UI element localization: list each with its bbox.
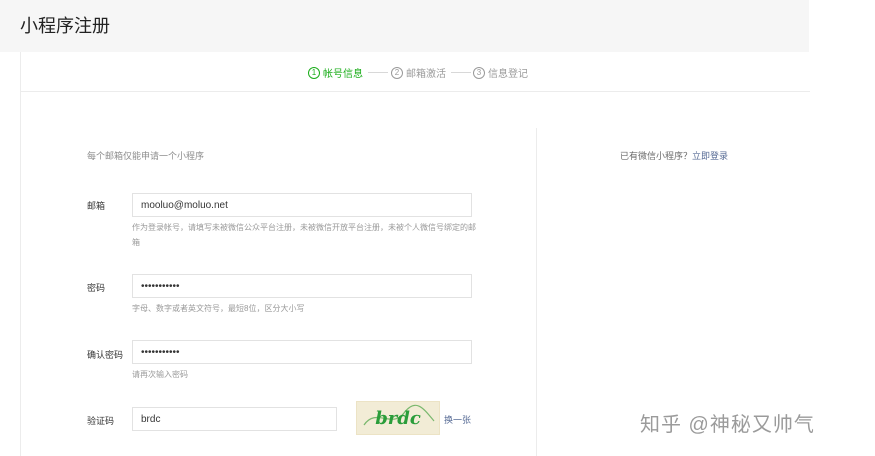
confirm-password-label: 确认密码: [87, 350, 124, 360]
refresh-captcha-link[interactable]: 换一张: [444, 413, 471, 426]
step-label: 邮箱激活: [406, 69, 446, 80]
login-link[interactable]: 立即登录: [692, 151, 728, 161]
column-divider: [536, 128, 537, 456]
captcha-image[interactable]: brdc: [356, 401, 440, 435]
existing-account-hint: 已有微信小程序？立即登录: [620, 149, 728, 162]
step-label: 信息登记: [488, 69, 528, 80]
captcha-text: brdc: [375, 408, 421, 429]
step-info-registration: 3 信息登记: [473, 65, 528, 80]
step-account-info: 1 帐号信息: [308, 65, 363, 80]
step-separator: [368, 72, 388, 73]
form-notice: 每个邮箱仅能申请一个小程序: [87, 151, 205, 161]
confirm-password-field[interactable]: [132, 340, 472, 364]
step-label: 帐号信息: [323, 69, 363, 80]
page-title: 小程序注册: [20, 16, 110, 36]
password-hint: 字母、数字或者英文符号，最短8位，区分大小写: [132, 304, 305, 313]
captcha-label: 验证码: [87, 416, 115, 426]
email-label: 邮箱: [87, 201, 106, 211]
email-hint: 作为登录帐号，请填写未被微信公众平台注册，未被微信开放平台注册，未被个人微信号绑…: [132, 223, 476, 247]
password-field[interactable]: [132, 274, 472, 298]
confirm-password-hint: 请再次输入密码: [132, 370, 188, 379]
existing-account-prompt: 已有微信小程序？: [620, 151, 693, 161]
step-separator: [451, 72, 471, 73]
step-number: 2: [391, 66, 403, 79]
password-label: 密码: [87, 283, 106, 293]
step-number: 3: [473, 66, 485, 79]
page-header: 小程序注册: [0, 0, 809, 52]
step-email-activation: 2 邮箱激活: [391, 65, 446, 80]
watermark: 知乎 @神秘又帅气: [640, 414, 815, 436]
step-number: 1: [308, 66, 320, 79]
captcha-field[interactable]: [132, 407, 337, 431]
email-field[interactable]: [132, 193, 472, 217]
captcha-graphic: brdc: [363, 404, 435, 429]
registration-panel: 1 帐号信息 2 邮箱激活 3 信息登记 每个邮箱仅能申请一个小程序 已有微信小…: [20, 52, 810, 456]
step-indicator: 1 帐号信息 2 邮箱激活 3 信息登记: [21, 52, 810, 92]
